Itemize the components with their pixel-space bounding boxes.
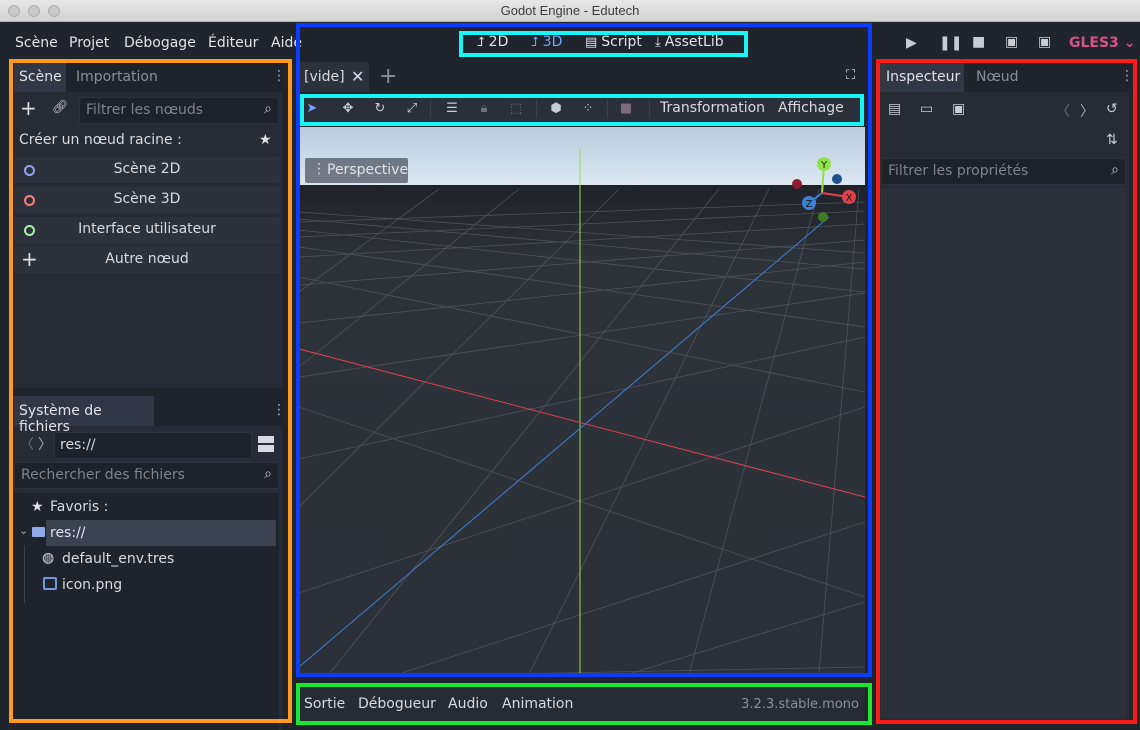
play-icon[interactable]: ▶ (906, 35, 917, 51)
godot-editor: Scène Projet Débogage Éditeur Aide ⮥ 2D … (0, 22, 1140, 730)
chevron-down-icon: ⌄ (1123, 35, 1136, 51)
window-titlebar: Godot Engine - Edutech (0, 0, 1140, 22)
menu-project[interactable]: Projet (69, 35, 109, 51)
renderer-label: GLES3 (1069, 35, 1119, 51)
play-scene-icon[interactable]: ▣ (1005, 34, 1018, 50)
menu-editor[interactable]: Éditeur (208, 35, 258, 51)
highlight-left-dock (9, 59, 292, 723)
play-custom-scene-icon[interactable]: ▣ (1038, 34, 1051, 50)
renderer-selector[interactable]: GLES3 ⌄ (1069, 35, 1135, 51)
window-title: Godot Engine - Edutech (500, 3, 640, 18)
menu-debug[interactable]: Débogage (124, 35, 196, 51)
highlight-modes (459, 31, 748, 57)
menu-scene[interactable]: Scène (15, 35, 58, 51)
stop-icon[interactable]: ■ (972, 34, 985, 50)
pause-icon[interactable]: ❚❚ (939, 35, 962, 51)
highlight-inspector (876, 59, 1137, 724)
highlight-toolbar (300, 94, 864, 126)
highlight-bottom-panel (296, 683, 872, 725)
